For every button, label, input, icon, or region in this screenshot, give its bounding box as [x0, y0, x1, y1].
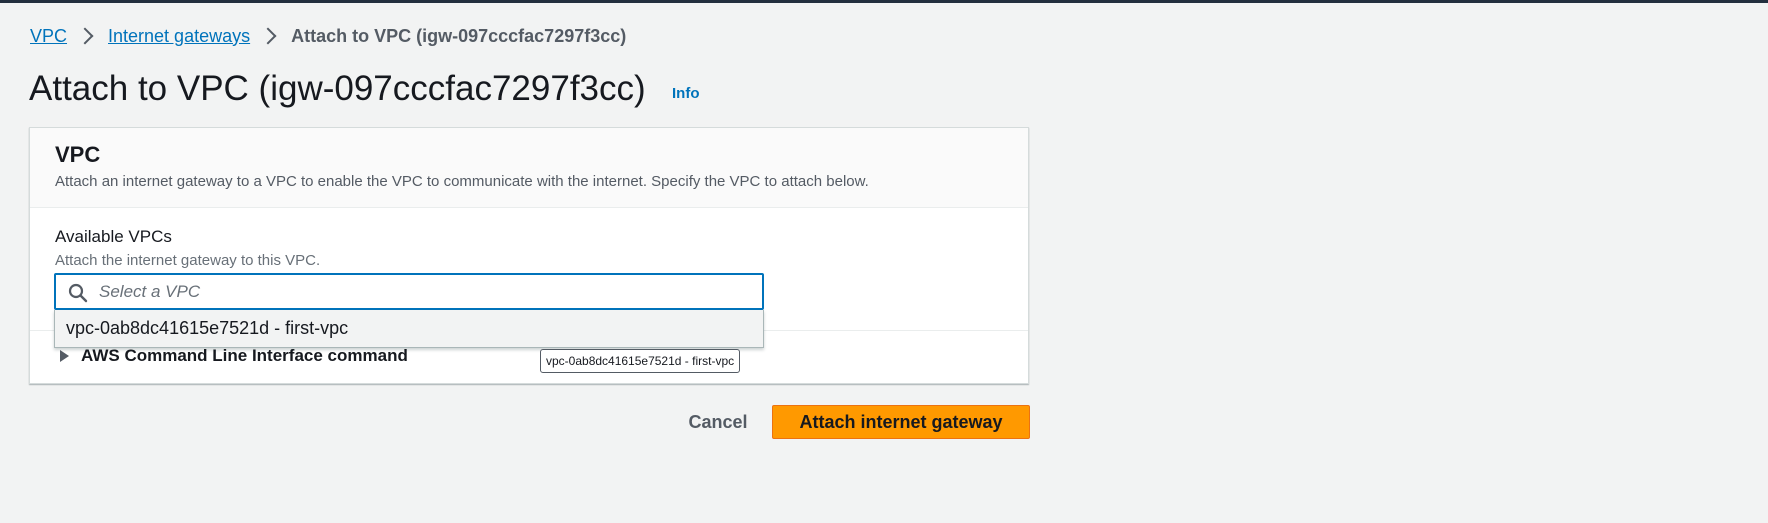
- cancel-button[interactable]: Cancel: [678, 405, 758, 439]
- breadcrumb-current: Attach to VPC (igw-097cccfac7297f3cc): [291, 25, 627, 46]
- vpc-search-input[interactable]: [96, 275, 756, 308]
- breadcrumb-link-vpc[interactable]: VPC: [30, 26, 67, 47]
- chevron-right-icon: [76, 27, 94, 45]
- breadcrumb-link-internet-gateways[interactable]: Internet gateways: [108, 26, 250, 47]
- cli-command-label: AWS Command Line Interface command: [81, 346, 408, 365]
- cli-command-expander[interactable]: AWS Command Line Interface command: [60, 346, 408, 366]
- top-navigation-strip: [0, 0, 1768, 3]
- available-vpcs-label: Available VPCs: [55, 227, 172, 246]
- page-title: Attach to VPC (igw-097cccfac7297f3cc): [29, 69, 646, 108]
- available-vpcs-description: Attach the internet gateway to this VPC.: [55, 252, 321, 269]
- search-icon: [68, 283, 88, 303]
- option-tooltip: vpc-0ab8dc41615e7521d - first-vpc: [540, 349, 741, 373]
- section-title: VPC: [55, 142, 101, 167]
- container-header: VPC Attach an internet gateway to a VPC …: [30, 128, 1028, 208]
- breadcrumb: VPC Internet gateways Attach to VPC (igw…: [30, 24, 626, 48]
- section-description: Attach an internet gateway to a VPC to e…: [55, 173, 869, 190]
- vpc-dropdown-list: vpc-0ab8dc41615e7521d - first-vpc: [54, 310, 764, 348]
- info-link[interactable]: Info: [672, 85, 700, 102]
- chevron-right-icon: [259, 27, 277, 45]
- dropdown-option-vpc[interactable]: vpc-0ab8dc41615e7521d - first-vpc: [66, 318, 348, 339]
- attach-internet-gateway-button[interactable]: Attach internet gateway: [772, 405, 1030, 439]
- vpc-select-input-wrapper[interactable]: [54, 273, 764, 310]
- caret-right-icon: [60, 350, 69, 362]
